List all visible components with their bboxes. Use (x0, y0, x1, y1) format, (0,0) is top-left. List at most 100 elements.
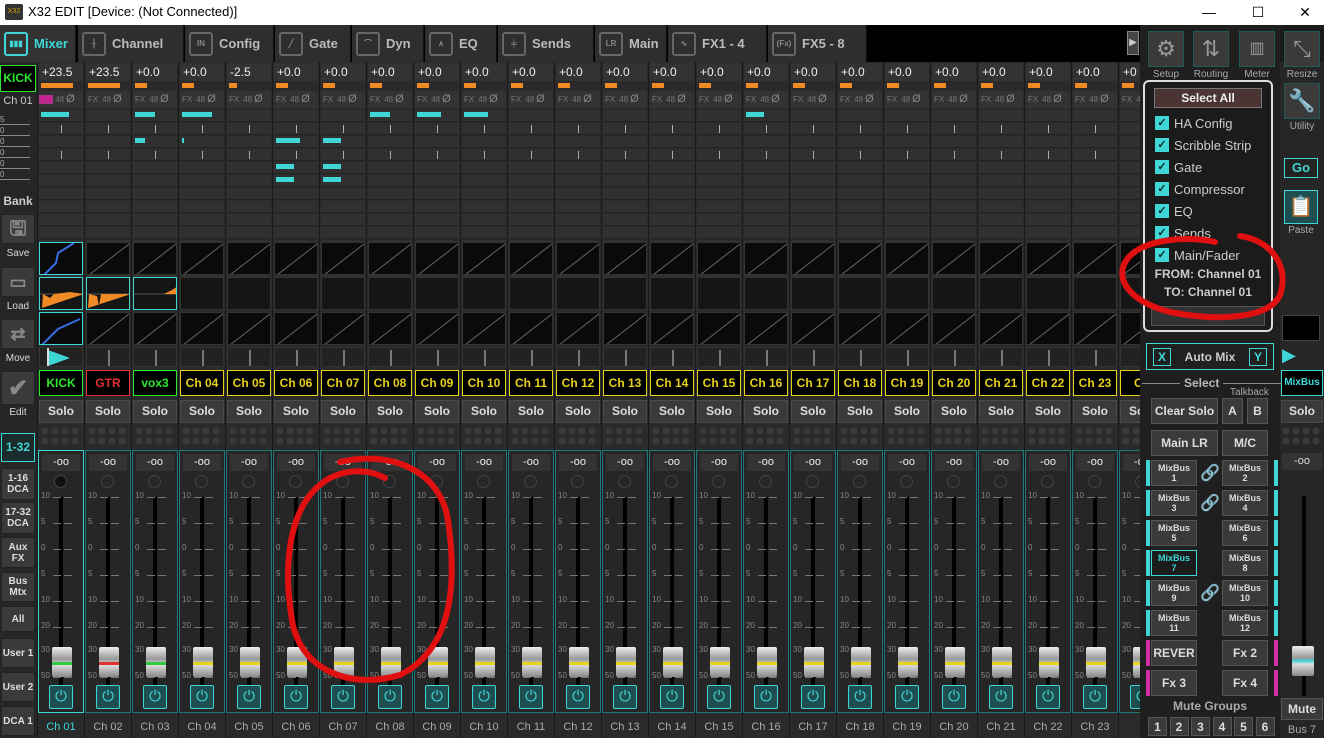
gain-value[interactable]: +0.0 (791, 63, 835, 81)
mute-group-button[interactable]: 1 (1148, 717, 1167, 736)
select-led[interactable] (853, 475, 866, 488)
pan-control[interactable] (650, 347, 694, 367)
automix-x-button[interactable]: X (1153, 348, 1171, 366)
layer-button-dca-1[interactable]: DCA 1 (1, 706, 35, 736)
layer-button-17-32-dca[interactable]: 17-32 DCA (1, 502, 35, 534)
mute-power-button[interactable]: ⏻ (96, 685, 120, 709)
gain-value[interactable]: +0.0 (932, 63, 976, 81)
eq-graph[interactable] (979, 277, 1023, 310)
eq-graph[interactable] (556, 277, 600, 310)
send-level-row[interactable] (415, 110, 459, 122)
solo-button[interactable]: Solo (86, 400, 130, 423)
phase-invert-icon[interactable]: Ø (254, 93, 263, 105)
eq-graph[interactable] (133, 277, 177, 310)
send-level-row[interactable] (650, 214, 694, 226)
fx-insert-icon[interactable]: FX (1073, 95, 1087, 104)
solo-button[interactable]: Solo (274, 400, 318, 423)
phase-invert-icon[interactable]: Ø (113, 93, 122, 105)
solo-button[interactable]: Solo (603, 400, 647, 423)
tab-channel[interactable]: ╫ Channel (78, 25, 184, 62)
send-level-row[interactable] (415, 227, 459, 239)
dynamics-graph[interactable] (227, 312, 271, 345)
send-level-row[interactable] (791, 110, 835, 122)
copy-confirm-button[interactable] (1151, 306, 1265, 326)
pan-control[interactable] (697, 347, 741, 367)
mute-power-button[interactable]: ⏻ (989, 685, 1013, 709)
send-level-row[interactable] (932, 123, 976, 135)
phase-invert-icon[interactable]: Ø (395, 93, 404, 105)
send-level-row[interactable] (133, 201, 177, 213)
copy-option-scribble-strip[interactable]: ✓ Scribble Strip (1145, 134, 1271, 156)
phase-invert-icon[interactable]: Ø (1006, 93, 1015, 105)
eq-graph[interactable] (697, 277, 741, 310)
bus-select-button[interactable]: MixBus 10 (1222, 580, 1268, 606)
send-level-row[interactable] (86, 149, 130, 161)
mc-button[interactable]: M/C (1222, 430, 1268, 456)
send-level-row[interactable] (744, 123, 788, 135)
send-level-row[interactable] (274, 227, 318, 239)
fx-insert-icon[interactable]: FX (1026, 95, 1040, 104)
mute-power-button[interactable]: ⏻ (1083, 685, 1107, 709)
send-level-row[interactable] (133, 188, 177, 200)
send-level-row[interactable] (368, 214, 412, 226)
fx-insert-icon[interactable]: FX (838, 95, 852, 104)
send-level-row[interactable] (650, 149, 694, 161)
dynamics-graph[interactable] (368, 312, 412, 345)
send-level-row[interactable] (227, 175, 271, 187)
send-level-row[interactable] (838, 110, 882, 122)
tab-fx5-8[interactable]: (Fx) FX5 - 8 (768, 25, 867, 62)
send-level-row[interactable] (227, 201, 271, 213)
solo-button[interactable]: Solo (133, 400, 177, 423)
mute-power-button[interactable]: ⏻ (754, 685, 778, 709)
phase-invert-icon[interactable]: Ø (348, 93, 357, 105)
solo-button[interactable]: Solo (932, 400, 976, 423)
send-level-row[interactable] (180, 227, 224, 239)
bus-link-icon[interactable]: 🔗 (1200, 463, 1220, 483)
send-level-row[interactable] (650, 123, 694, 135)
talkback-b-button[interactable]: B (1247, 398, 1268, 424)
solo-button[interactable]: Solo (368, 400, 412, 423)
select-led[interactable] (712, 475, 725, 488)
eq-graph[interactable] (415, 277, 459, 310)
send-level-row[interactable] (462, 123, 506, 135)
mute-power-button[interactable]: ⏻ (519, 685, 543, 709)
move-arrows-icon[interactable]: ⇄ (1, 319, 35, 349)
scribble-strip[interactable]: Ch 18 (838, 370, 882, 396)
dynamics-graph[interactable] (133, 312, 177, 345)
select-led[interactable] (571, 475, 584, 488)
send-level-row[interactable] (979, 201, 1023, 213)
select-led[interactable] (947, 475, 960, 488)
send-level-row[interactable] (744, 110, 788, 122)
send-level-row[interactable] (227, 162, 271, 174)
gate-graph[interactable] (462, 242, 506, 275)
pan-control[interactable] (86, 347, 130, 367)
send-level-row[interactable] (885, 110, 929, 122)
bus-select-button[interactable]: MixBus 3 (1151, 490, 1197, 516)
select-led[interactable] (101, 475, 114, 488)
send-level-row[interactable] (744, 162, 788, 174)
send-level-row[interactable] (86, 123, 130, 135)
fader-cap[interactable] (1086, 647, 1106, 677)
save-icon[interactable]: 🖫 (1, 214, 35, 244)
send-level-row[interactable] (321, 110, 365, 122)
solo-button[interactable]: Solo (744, 400, 788, 423)
send-level-row[interactable] (650, 201, 694, 213)
checkbox-checked-icon[interactable]: ✓ (1155, 204, 1169, 218)
phase-invert-icon[interactable]: Ø (630, 93, 639, 105)
send-level-row[interactable] (791, 175, 835, 187)
scribble-strip[interactable]: Ch 20 (932, 370, 976, 396)
send-level-row[interactable] (462, 214, 506, 226)
gate-graph[interactable] (415, 242, 459, 275)
send-level-row[interactable] (744, 149, 788, 161)
pan-control[interactable] (603, 347, 647, 367)
send-level-row[interactable] (321, 214, 365, 226)
send-level-row[interactable] (133, 227, 177, 239)
go-button[interactable]: Go (1284, 158, 1318, 178)
pan-control[interactable] (133, 347, 177, 367)
send-level-row[interactable] (1026, 149, 1070, 161)
fader-cap[interactable] (334, 647, 354, 677)
select-led[interactable] (665, 475, 678, 488)
dynamics-graph[interactable] (180, 312, 224, 345)
dynamics-graph[interactable] (556, 312, 600, 345)
solo-button[interactable]: Solo (1026, 400, 1070, 423)
